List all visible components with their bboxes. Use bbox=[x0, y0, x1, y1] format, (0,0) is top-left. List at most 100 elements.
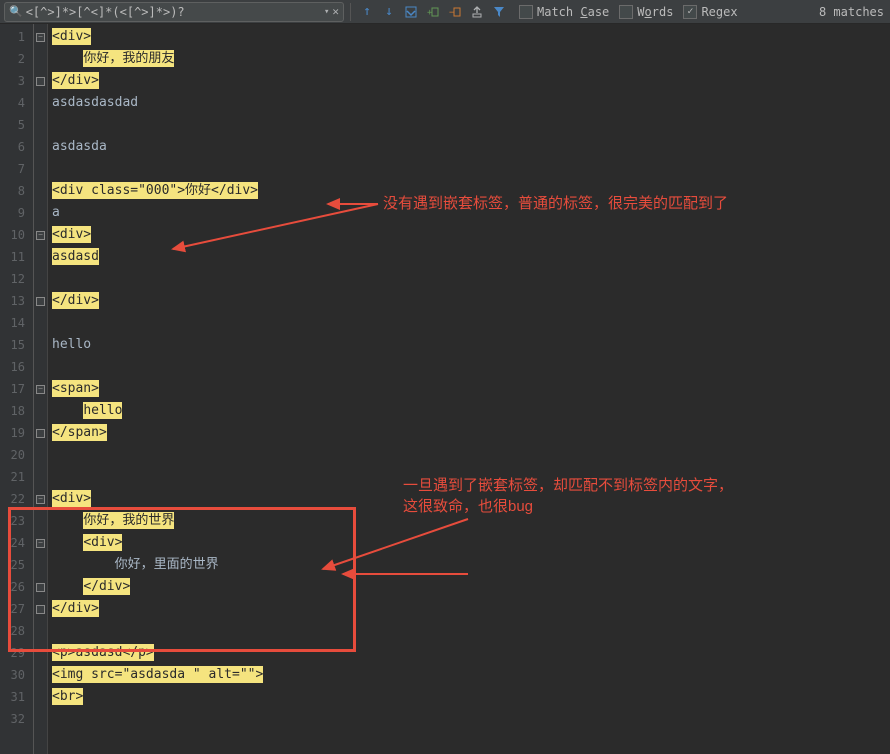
remove-selection-button[interactable]: − bbox=[445, 2, 465, 22]
code-line[interactable]: <p>asdasd</p> bbox=[48, 642, 890, 664]
code-area[interactable]: 没有遇到嵌套标签，普通的标签，很完美的匹配到了 一旦遇到了嵌套标签，却匹配不到标… bbox=[48, 24, 890, 754]
code-line[interactable]: <br> bbox=[48, 686, 890, 708]
line-number: 11 bbox=[0, 246, 33, 268]
code-line[interactable] bbox=[48, 312, 890, 334]
fold-marker bbox=[34, 114, 47, 136]
code-line[interactable]: 你好，我的朋友 bbox=[48, 48, 890, 70]
fold-marker bbox=[34, 48, 47, 70]
code-line[interactable]: </span> bbox=[48, 422, 890, 444]
code-line[interactable]: </div> bbox=[48, 576, 890, 598]
line-number: 20 bbox=[0, 444, 33, 466]
fold-marker bbox=[34, 400, 47, 422]
code-line[interactable]: asdasdasdad bbox=[48, 92, 890, 114]
code-line[interactable] bbox=[48, 708, 890, 730]
fold-marker bbox=[34, 686, 47, 708]
search-highlight: hello bbox=[83, 402, 122, 419]
line-number: 32 bbox=[0, 708, 33, 730]
line-number: 26 bbox=[0, 576, 33, 598]
line-number: 13 bbox=[0, 290, 33, 312]
export-button[interactable] bbox=[467, 2, 487, 22]
code-line[interactable]: 你好，里面的世界 bbox=[48, 554, 890, 576]
code-line[interactable]: </div> bbox=[48, 290, 890, 312]
fold-collapse-icon: − bbox=[36, 385, 45, 394]
fold-end-icon bbox=[36, 605, 45, 614]
fold-marker bbox=[34, 92, 47, 114]
fold-marker[interactable] bbox=[34, 70, 47, 92]
code-line[interactable] bbox=[48, 114, 890, 136]
prev-match-button[interactable]: ↑ bbox=[357, 2, 377, 22]
code-line[interactable]: hello bbox=[48, 334, 890, 356]
fold-marker bbox=[34, 202, 47, 224]
line-number: 3 bbox=[0, 70, 33, 92]
words-option[interactable]: Words bbox=[619, 5, 673, 19]
next-match-button[interactable]: ↓ bbox=[379, 2, 399, 22]
line-number: 19 bbox=[0, 422, 33, 444]
fold-marker bbox=[34, 510, 47, 532]
search-input[interactable] bbox=[26, 5, 321, 19]
search-highlight: <p>asdasd</p> bbox=[52, 644, 154, 661]
code-line[interactable]: asdasd bbox=[48, 246, 890, 268]
separator bbox=[350, 3, 351, 21]
code-line[interactable]: <div> bbox=[48, 532, 890, 554]
code-line[interactable]: 你好，我的世界 bbox=[48, 510, 890, 532]
search-icon: 🔍 bbox=[9, 5, 23, 18]
fold-column: − − − − − bbox=[34, 24, 48, 754]
search-highlight: 你好，我的世界 bbox=[83, 512, 174, 529]
code-line[interactable] bbox=[48, 268, 890, 290]
line-number: 16 bbox=[0, 356, 33, 378]
filter-button[interactable] bbox=[489, 2, 509, 22]
line-number: 4 bbox=[0, 92, 33, 114]
fold-marker[interactable] bbox=[34, 598, 47, 620]
fold-marker bbox=[34, 664, 47, 686]
fold-marker[interactable] bbox=[34, 576, 47, 598]
select-all-button[interactable] bbox=[401, 2, 421, 22]
fold-marker bbox=[34, 444, 47, 466]
add-selection-button[interactable]: + bbox=[423, 2, 443, 22]
search-highlight: <span> bbox=[52, 380, 99, 397]
line-number: 9 bbox=[0, 202, 33, 224]
search-highlight: <div> bbox=[83, 534, 122, 551]
code-editor[interactable]: 1234567891011121314151617181920212223242… bbox=[0, 24, 890, 754]
code-line[interactable]: </div> bbox=[48, 598, 890, 620]
search-highlight: <div> bbox=[52, 226, 91, 243]
code-line[interactable]: <div> bbox=[48, 26, 890, 48]
line-number: 21 bbox=[0, 466, 33, 488]
fold-marker[interactable] bbox=[34, 290, 47, 312]
fold-marker[interactable]: − bbox=[34, 532, 47, 554]
line-number: 5 bbox=[0, 114, 33, 136]
code-line[interactable]: <div class="000">你好</div> bbox=[48, 180, 890, 202]
code-line[interactable]: </div> bbox=[48, 70, 890, 92]
fold-marker[interactable]: − bbox=[34, 378, 47, 400]
code-line[interactable] bbox=[48, 620, 890, 642]
fold-marker bbox=[34, 642, 47, 664]
code-line[interactable] bbox=[48, 356, 890, 378]
code-line[interactable]: a bbox=[48, 202, 890, 224]
search-highlight: <br> bbox=[52, 688, 83, 705]
code-line[interactable] bbox=[48, 444, 890, 466]
fold-marker bbox=[34, 268, 47, 290]
search-highlight: 你好，我的朋友 bbox=[83, 50, 174, 67]
line-number: 14 bbox=[0, 312, 33, 334]
fold-marker[interactable] bbox=[34, 422, 47, 444]
regex-option[interactable]: ✓ Regex bbox=[683, 5, 737, 19]
line-number: 17 bbox=[0, 378, 33, 400]
fold-marker[interactable]: − bbox=[34, 224, 47, 246]
code-line[interactable]: <img src="asdasda " alt=""> bbox=[48, 664, 890, 686]
code-line[interactable]: <div> bbox=[48, 488, 890, 510]
code-line[interactable] bbox=[48, 158, 890, 180]
search-highlight: asdasd bbox=[52, 248, 99, 265]
fold-marker bbox=[34, 708, 47, 730]
fold-collapse-icon: − bbox=[36, 231, 45, 240]
code-line[interactable]: <span> bbox=[48, 378, 890, 400]
fold-marker[interactable]: − bbox=[34, 488, 47, 510]
clear-icon[interactable]: ✕ bbox=[332, 5, 339, 18]
code-line[interactable]: hello bbox=[48, 400, 890, 422]
fold-marker[interactable]: − bbox=[34, 26, 47, 48]
fold-collapse-icon: − bbox=[36, 495, 45, 504]
search-box[interactable]: 🔍 ▾ ✕ bbox=[4, 2, 344, 22]
history-icon[interactable]: ▾ bbox=[324, 7, 329, 17]
match-case-option[interactable]: Match Case bbox=[519, 5, 609, 19]
code-line[interactable]: asdasda bbox=[48, 136, 890, 158]
code-line[interactable]: <div> bbox=[48, 224, 890, 246]
code-line[interactable] bbox=[48, 466, 890, 488]
